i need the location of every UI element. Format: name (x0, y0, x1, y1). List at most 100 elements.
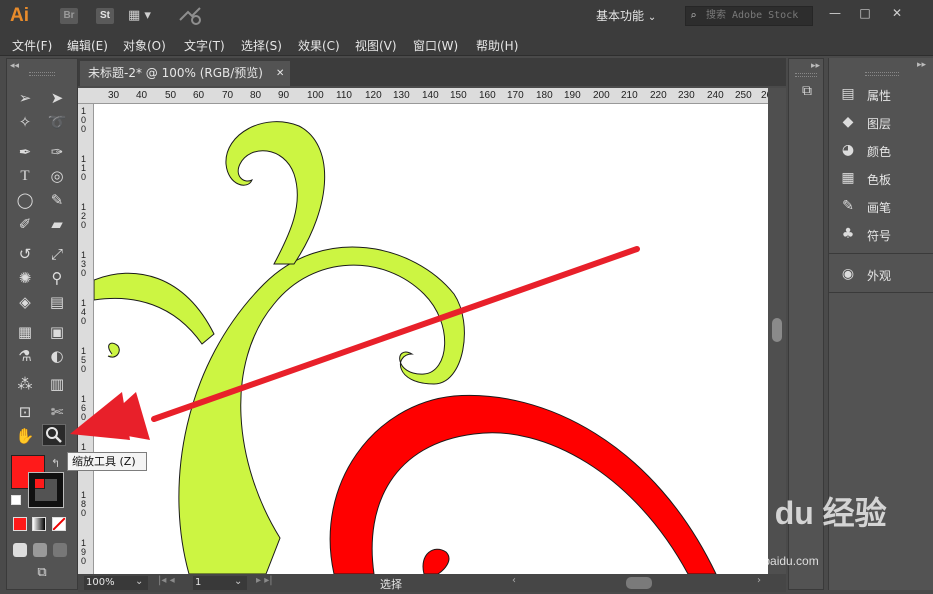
zoom-tool-icon[interactable] (42, 424, 66, 446)
shape-builder-tool-icon[interactable]: ◈ (13, 291, 37, 313)
scroll-left-icon[interactable]: ‹ (512, 575, 516, 586)
panel-item-brushes[interactable]: ✎ 画笔 (829, 194, 933, 218)
scroll-right-icon[interactable]: › (757, 575, 761, 586)
ellipse-tool-icon[interactable]: ◯ (13, 189, 37, 211)
menu-help[interactable]: 帮助(H) (476, 37, 518, 54)
menu-effect[interactable]: 效果(C) (298, 37, 340, 54)
illustrator-logo: Ai (10, 5, 29, 26)
bridge-button[interactable]: Br (60, 8, 78, 24)
panel-grip[interactable] (795, 73, 817, 77)
default-colors-icon[interactable] (11, 495, 21, 505)
menu-select[interactable]: 选择(S) (241, 37, 282, 54)
panel-item-appearance[interactable]: ◉ 外观 (829, 262, 933, 286)
rotate-tool-icon[interactable]: ↺ (13, 243, 37, 265)
maximize-button[interactable]: □ (854, 4, 876, 22)
vine-shape (94, 272, 215, 345)
first-artboard-icon[interactable]: |◂ ◂ (158, 575, 175, 586)
gpu-performance-icon[interactable] (178, 6, 204, 26)
horizontal-scroll-thumb[interactable] (626, 577, 652, 589)
ruler-tick: 160 (479, 90, 496, 101)
status-bar (78, 574, 786, 592)
menu-object[interactable]: 对象(O) (123, 37, 166, 54)
panel-item-properties[interactable]: ▤ 属性 (829, 82, 933, 106)
menu-view[interactable]: 视图(V) (355, 37, 397, 54)
eyedropper-tool-icon[interactable]: ⚗ (13, 345, 37, 367)
collapse-panel-icon[interactable]: ◂◂ (10, 61, 19, 71)
artboard-canvas[interactable] (94, 104, 768, 574)
collapse-dock-icon[interactable]: ▸▸ (917, 60, 926, 70)
draw-normal-icon[interactable] (13, 543, 27, 557)
selection-tool-icon[interactable]: ➢ (13, 87, 37, 109)
close-window-button[interactable]: ✕ (886, 4, 908, 22)
shaper-tool-icon[interactable]: ✐ (13, 213, 37, 235)
symbols-icon: ♣ (841, 226, 855, 242)
panel-item-label: 图层 (867, 117, 892, 131)
gradient-tool-icon[interactable]: ▣ (45, 321, 69, 343)
stock-button[interactable]: St (96, 8, 114, 24)
panel-grip[interactable] (865, 72, 899, 76)
panel-item-swatches[interactable]: ▦ 色板 (829, 166, 933, 190)
type-tool-icon[interactable]: T (13, 165, 37, 187)
ruler-tick: 0 (81, 364, 87, 374)
tooltip: 缩放工具 (Z) (67, 452, 147, 471)
direct-selection-tool-icon[interactable]: ➤ (45, 87, 69, 109)
spiral-tool-icon[interactable]: ◎ (45, 165, 69, 187)
ruler-tick: 0 (81, 508, 87, 518)
vertical-scroll-thumb[interactable] (772, 318, 782, 342)
swap-fill-stroke-icon[interactable]: ↰ (51, 457, 60, 470)
screen-mode-icon[interactable]: ⧉ (31, 565, 53, 581)
panel-item-color[interactable]: ◕ 颜色 (829, 138, 933, 162)
minimize-button[interactable]: — (824, 4, 846, 22)
next-artboard-icon[interactable]: ▸ ▸| (256, 575, 273, 586)
draw-inside-icon[interactable] (53, 543, 67, 557)
appearance-icon: ◉ (841, 266, 855, 282)
magic-wand-tool-icon[interactable]: ✧ (13, 111, 37, 133)
artboard-tool-icon[interactable]: ⊡ (13, 401, 37, 423)
hand-tool-icon[interactable]: ✋ (13, 425, 37, 447)
panel-grip[interactable] (29, 72, 55, 76)
column-graph-tool-icon[interactable]: ▥ (45, 373, 69, 395)
brushes-icon: ✎ (842, 198, 854, 214)
swatches-icon: ▦ (841, 170, 855, 186)
artboard-dropdown-icon[interactable]: ⌄ (234, 576, 242, 587)
panel-item-symbols[interactable]: ♣ 符号 (829, 222, 933, 246)
ruler-tick: 0 (81, 220, 87, 230)
status-tool-label[interactable]: 选择 (380, 576, 402, 592)
warp-tool-icon[interactable]: ✺ (13, 267, 37, 289)
stroke-color-swatch[interactable] (28, 472, 64, 508)
color-icon: ◕ (841, 142, 855, 158)
paintbrush-tool-icon[interactable]: ✎ (45, 189, 69, 211)
document-tab[interactable]: 未标题-2* @ 100% (RGB/预览) ✕ (80, 61, 290, 86)
gradient-mode-icon[interactable] (32, 517, 46, 531)
ruler-tick: 70 (222, 90, 234, 101)
blend-tool-icon[interactable]: ◐ (45, 345, 69, 367)
symbol-sprayer-tool-icon[interactable]: ⁂ (13, 373, 37, 395)
menu-edit[interactable]: 编辑(E) (67, 37, 108, 54)
panel-item-label: 属性 (867, 89, 892, 103)
eraser-tool-icon[interactable]: ▰ (45, 213, 69, 235)
stock-search-input[interactable]: ⌕ 搜索 Adobe Stock (685, 6, 813, 26)
arrange-documents-icon[interactable]: ▦ ▾ (128, 8, 162, 24)
scale-tool-icon[interactable]: ⤢ (45, 243, 69, 265)
pen-tool-icon[interactable]: ✒ (13, 141, 37, 163)
slice-tool-icon[interactable]: ✄ (45, 401, 69, 423)
menu-window[interactable]: 窗口(W) (413, 37, 458, 54)
menu-type[interactable]: 文字(T) (184, 37, 225, 54)
none-mode-icon[interactable] (52, 517, 66, 531)
workspace-switcher[interactable]: 基本功能 ⌄ (588, 6, 672, 26)
menu-file[interactable]: 文件(F) (12, 37, 52, 54)
draw-behind-icon[interactable] (33, 543, 47, 557)
color-mode-icon[interactable] (13, 517, 27, 531)
artboards-panel-icon[interactable]: ⧉ (797, 83, 817, 103)
curvature-tool-icon[interactable]: ✑ (45, 141, 69, 163)
perspective-grid-tool-icon[interactable]: ▤ (45, 291, 69, 313)
zoom-dropdown-icon[interactable]: ⌄ (135, 576, 143, 587)
mesh-tool-icon[interactable]: ▦ (13, 321, 37, 343)
search-icon: ⌕ (690, 9, 697, 22)
close-tab-icon[interactable]: ✕ (276, 61, 284, 86)
panel-item-layers[interactable]: ◆ 图层 (829, 110, 933, 134)
vine-top-curl (225, 121, 326, 265)
lasso-tool-icon[interactable]: ➰ (45, 111, 69, 133)
puppet-warp-tool-icon[interactable]: ⚲ (45, 267, 69, 289)
expand-panel-icon[interactable]: ▸▸ (811, 61, 820, 71)
